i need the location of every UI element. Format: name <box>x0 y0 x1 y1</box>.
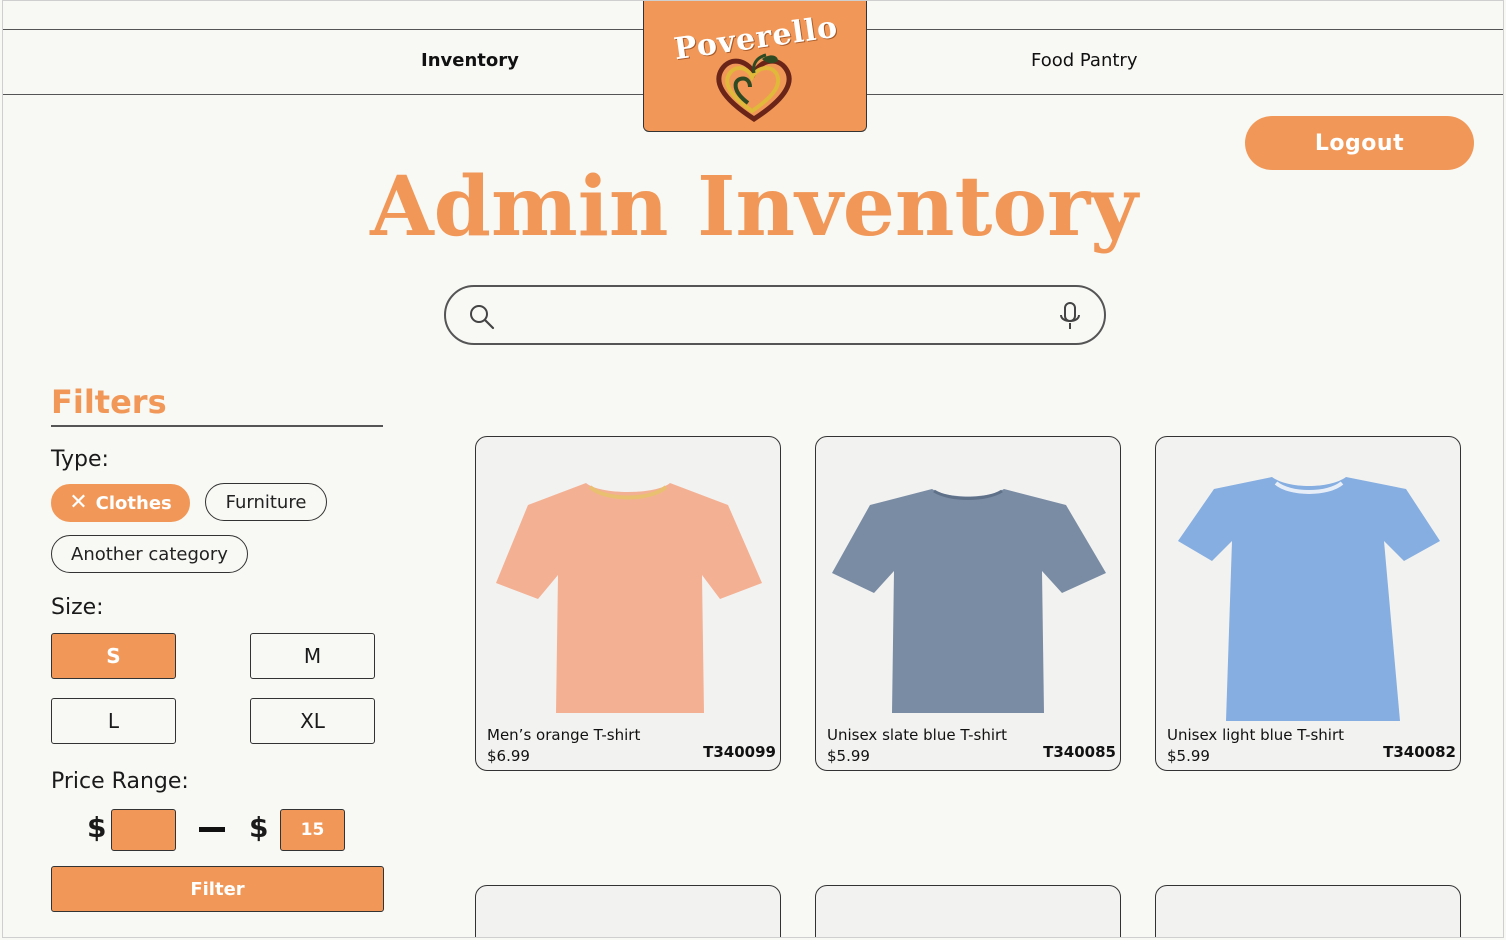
size-button-s[interactable]: S <box>51 633 176 679</box>
product-price: $5.99 <box>827 747 870 765</box>
close-icon[interactable]: ✕ <box>69 492 87 514</box>
product-card-placeholder[interactable] <box>1155 885 1461 937</box>
tshirt-shape <box>1178 477 1440 721</box>
nav-link-food-pantry[interactable]: Food Pantry <box>1031 50 1137 71</box>
currency-symbol-min: $ <box>87 811 107 844</box>
range-dash <box>199 827 225 832</box>
price-max-input[interactable] <box>280 809 345 851</box>
product-name: Unisex slate blue T-shirt <box>827 726 1008 744</box>
tshirt-shape <box>496 483 762 713</box>
product-name: Men’s orange T-shirt <box>487 726 641 744</box>
search-icon[interactable] <box>468 303 496 331</box>
tshirt-image <box>496 483 762 713</box>
page: Inventory Food Pantry Poverello Logout A… <box>2 0 1504 938</box>
product-price: $5.99 <box>1167 747 1210 765</box>
price-range-label: Price Range: <box>51 769 189 794</box>
type-chip-label: Another category <box>71 543 228 565</box>
product-name: Unisex light blue T-shirt <box>1167 726 1345 744</box>
type-chip-label: Clothes <box>95 492 172 514</box>
product-card[interactable]: Men’s orange T-shirt $6.99 T340099 <box>475 436 781 771</box>
heart-logo-icon <box>716 53 792 122</box>
tshirt-image <box>832 489 1106 713</box>
filters-title: Filters <box>51 383 167 421</box>
product-card[interactable]: Unisex slate blue T-shirt $5.99 T340085 <box>815 436 1121 771</box>
currency-symbol-max: $ <box>249 811 269 844</box>
product-card[interactable]: Unisex light blue T-shirt $5.99 T340082 <box>1155 436 1461 771</box>
product-card-placeholder[interactable] <box>815 885 1121 937</box>
product-sku: T340099 <box>703 743 776 761</box>
type-chip-another-category[interactable]: Another category <box>51 535 248 573</box>
size-label: Size: <box>51 595 104 620</box>
size-button-l[interactable]: L <box>51 698 176 744</box>
filters-divider <box>51 425 383 427</box>
tshirt-shape <box>832 489 1106 713</box>
type-chip-clothes[interactable]: ✕ Clothes <box>51 484 190 522</box>
tshirt-image <box>1178 477 1440 721</box>
product-price: $6.99 <box>487 747 530 765</box>
filter-button[interactable]: Filter <box>51 866 384 912</box>
logo[interactable]: Poverello <box>643 1 867 132</box>
search-input[interactable] <box>510 297 1040 333</box>
size-button-xl[interactable]: XL <box>250 698 375 744</box>
search-bar <box>444 285 1106 345</box>
product-card-placeholder[interactable] <box>475 885 781 937</box>
type-chip-furniture[interactable]: Furniture <box>205 483 327 521</box>
product-sku: T340085 <box>1043 743 1116 761</box>
type-label: Type: <box>51 447 109 472</box>
microphone-icon[interactable] <box>1058 301 1082 333</box>
type-chip-label: Furniture <box>225 491 307 513</box>
product-sku: T340082 <box>1383 743 1456 761</box>
price-min-input[interactable] <box>111 809 176 851</box>
nav-link-inventory[interactable]: Inventory <box>421 50 519 71</box>
page-title: Admin Inventory <box>370 159 1138 255</box>
size-button-m[interactable]: M <box>250 633 375 679</box>
